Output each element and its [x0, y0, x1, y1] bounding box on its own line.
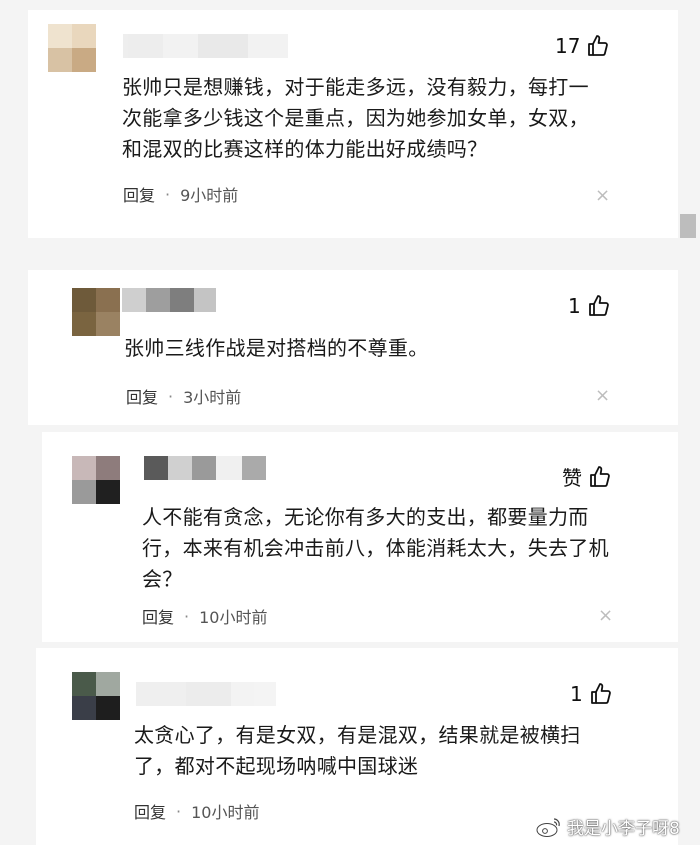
like-button[interactable]: 赞 [562, 462, 612, 491]
like-count: 1 [570, 682, 583, 706]
reply-button[interactable]: 回复 [123, 182, 155, 206]
reply-button[interactable]: 回复 [134, 799, 166, 823]
avatar[interactable] [48, 24, 96, 72]
avatar[interactable] [72, 672, 120, 720]
reply-button[interactable]: 回复 [142, 604, 174, 628]
timestamp: 10小时前 [191, 803, 260, 822]
username-blurred[interactable] [122, 288, 216, 312]
username-blurred[interactable] [136, 682, 276, 706]
thumbs-up-icon [588, 295, 609, 316]
comment-text: 太贪心了，有是女双，有是混双，结果就是被横扫 了，都对不起现场呐喊中国球迷 [134, 723, 581, 778]
close-icon[interactable]: × [595, 387, 610, 405]
comment-meta: 回复 · 10小时前 [134, 799, 259, 823]
thumbs-up-icon [590, 683, 611, 704]
avatar[interactable] [72, 456, 120, 504]
weibo-watermark: 我是小李子呀8 [535, 814, 680, 839]
timestamp: 3小时前 [183, 388, 242, 407]
comment-text: 张帅三线作战是对搭档的不尊重。 [124, 336, 429, 360]
like-button[interactable]: 17 [555, 34, 610, 58]
like-button[interactable]: 1 [568, 294, 611, 318]
like-count: 1 [568, 294, 581, 318]
scrollbar-thumb[interactable] [680, 214, 696, 238]
timestamp: 9小时前 [180, 186, 239, 205]
comment-text: 张帅只是想赚钱，对于能走多远，没有毅力，每打一 次能拿多少钱这个是重点，因为她参… [122, 75, 589, 161]
thumbs-up-icon [588, 35, 609, 56]
comment-meta: 回复 · 9小时前 [123, 182, 238, 206]
weibo-logo-icon [536, 817, 560, 837]
avatar[interactable] [72, 288, 120, 336]
timestamp: 10小时前 [199, 608, 268, 627]
comment-meta: 回复 · 10小时前 [142, 604, 267, 628]
close-icon[interactable]: × [595, 187, 610, 205]
watermark-text: 我是小李子呀8 [567, 819, 680, 839]
comment-meta: 回复 · 3小时前 [126, 384, 241, 408]
comment-text: 人不能有贪念，无论你有多大的支出，都要量力而 行，本来有机会冲击前八，体能消耗太… [142, 505, 609, 591]
username-blurred[interactable] [123, 34, 288, 58]
close-icon[interactable]: × [598, 607, 613, 625]
reply-button[interactable]: 回复 [126, 384, 158, 408]
username-blurred[interactable] [144, 456, 266, 480]
comment-card-3: 赞 人不能有贪念，无论你有多大的支出，都要量力而 行，本来有机会冲击前八，体能消… [42, 432, 678, 642]
comment-card-2: 1 张帅三线作战是对搭档的不尊重。 回复 · 3小时前 × [28, 270, 678, 425]
like-count: 17 [555, 34, 581, 58]
comment-card-1: 17 张帅只是想赚钱，对于能走多远，没有毅力，每打一 次能拿多少钱这个是重点，因… [28, 10, 678, 238]
like-button[interactable]: 1 [570, 682, 613, 706]
like-label: 赞 [562, 466, 582, 490]
thumbs-up-icon [590, 465, 610, 487]
